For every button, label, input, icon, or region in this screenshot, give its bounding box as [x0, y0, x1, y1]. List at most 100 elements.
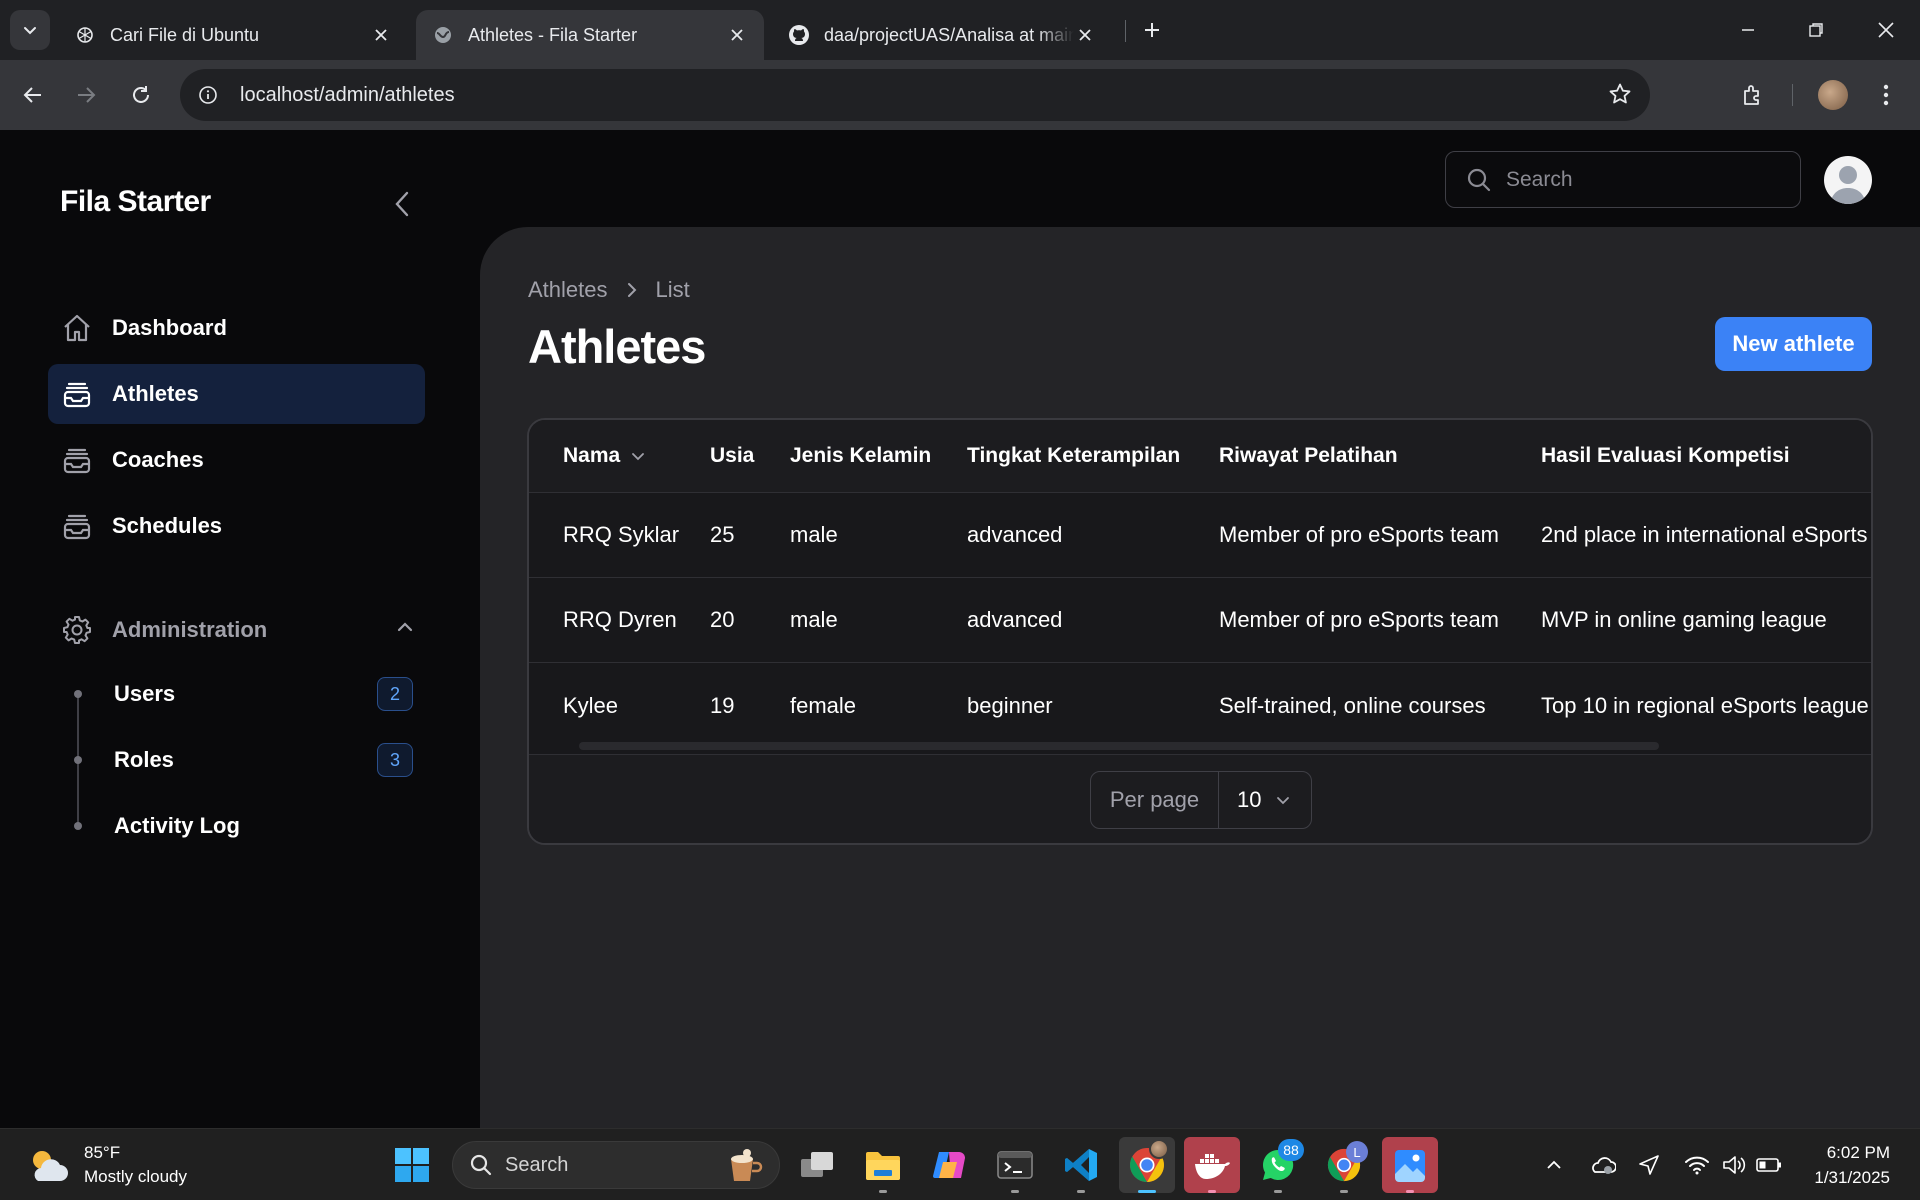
- breadcrumb-link-athletes[interactable]: Athletes: [528, 277, 608, 303]
- extensions-button[interactable]: [1733, 75, 1773, 115]
- collapse-sidebar-button[interactable]: [384, 186, 420, 222]
- table-row[interactable]: RRQ Syklar 25 male advanced Member of pr…: [529, 493, 1871, 578]
- taskbar-whatsapp[interactable]: 88: [1250, 1137, 1306, 1193]
- restore-icon: [1809, 23, 1823, 37]
- photos-icon: [1395, 1150, 1425, 1182]
- close-window-button[interactable]: [1866, 10, 1906, 50]
- taskbar-docker[interactable]: [1184, 1137, 1240, 1193]
- sidebar-item-users[interactable]: Users 2: [48, 664, 425, 724]
- profile-letter-badge: L: [1346, 1141, 1368, 1163]
- taskbar-task-view[interactable]: [789, 1137, 845, 1193]
- active-indicator: [1138, 1190, 1156, 1193]
- new-tab-button[interactable]: [1132, 10, 1172, 50]
- taskbar-photos[interactable]: [1382, 1137, 1438, 1193]
- chevron-up-icon[interactable]: [395, 617, 415, 642]
- cell-hasil-evaluasi: 2nd place in international eSports: [1541, 522, 1868, 547]
- vscode-icon: [1065, 1149, 1097, 1181]
- nav-group-administration[interactable]: Administration: [48, 600, 425, 660]
- profile-button[interactable]: [1813, 75, 1853, 115]
- sidebar-item-activity-log[interactable]: Activity Log: [48, 796, 425, 856]
- column-header-hasil-evaluasi: Hasil Evaluasi Kompetisi: [1541, 444, 1790, 467]
- show-hidden-icons-button[interactable]: [1540, 1151, 1568, 1179]
- tab-title: Athletes - Fila Starter: [468, 24, 638, 45]
- plus-icon: [1145, 23, 1159, 37]
- address-bar[interactable]: localhost/admin/athletes: [180, 69, 1650, 121]
- tab-separator: [1125, 20, 1126, 42]
- user-silhouette-icon: [1830, 166, 1866, 204]
- sort-chevron-down-icon[interactable]: [630, 448, 646, 464]
- clock-date: 1/31/2025: [1814, 1168, 1890, 1187]
- taskbar-copilot[interactable]: [921, 1137, 977, 1193]
- table-row[interactable]: Kylee 19 female beginner Self-trained, o…: [529, 663, 1871, 748]
- global-search-input[interactable]: [1506, 167, 1766, 192]
- back-button[interactable]: [13, 75, 53, 115]
- close-icon[interactable]: [1074, 24, 1096, 46]
- sidebar-item-label: Roles: [114, 747, 174, 772]
- location-icon[interactable]: [1635, 1151, 1663, 1179]
- restore-button[interactable]: [1796, 10, 1836, 50]
- cell-usia: 19: [710, 692, 735, 718]
- filament-app: Fila Starter Dashboard Athletes Coaches: [0, 130, 1920, 1128]
- user-avatar[interactable]: [1824, 156, 1872, 204]
- taskbar-vscode[interactable]: [1053, 1137, 1109, 1193]
- wifi-icon[interactable]: [1683, 1151, 1711, 1179]
- per-page-select[interactable]: Per page 10: [1090, 771, 1312, 829]
- browser-tab-3[interactable]: daa/projectUAS/Analisa at main: [772, 10, 1112, 60]
- cell-nama: RRQ Dyren: [563, 607, 677, 632]
- sidebar-item-schedules[interactable]: Schedules: [48, 496, 425, 556]
- table-row[interactable]: RRQ Dyren 20 male advanced Member of pro…: [529, 578, 1871, 663]
- minimize-button[interactable]: [1728, 10, 1768, 50]
- sidebar-item-coaches[interactable]: Coaches: [48, 430, 425, 490]
- global-search[interactable]: [1445, 151, 1801, 208]
- windows-logo-icon: [395, 1148, 429, 1182]
- taskbar-chrome-profile[interactable]: L: [1316, 1137, 1372, 1193]
- onedrive-icon[interactable]: [1588, 1151, 1616, 1179]
- reload-button[interactable]: [121, 75, 161, 115]
- table-horizontal-scrollbar[interactable]: [579, 742, 1659, 750]
- column-header-nama[interactable]: Nama: [563, 420, 646, 492]
- search-icon: [1466, 167, 1492, 193]
- cell-riwayat-pelatihan: Self-trained, online courses: [1219, 692, 1486, 718]
- gear-icon: [60, 613, 94, 647]
- browser-tab-2[interactable]: Athletes - Fila Starter: [416, 10, 764, 60]
- brand-logo[interactable]: Fila Starter: [60, 185, 211, 219]
- more-vertical-icon: [1883, 84, 1889, 106]
- taskbar-search[interactable]: Search: [452, 1141, 780, 1189]
- table-header-row: Nama Usia Jenis Kelamin Tingkat Keteramp…: [529, 420, 1871, 493]
- per-page-dropdown[interactable]: 10: [1219, 787, 1311, 813]
- taskbar-terminal[interactable]: [987, 1137, 1043, 1193]
- cell-tingkat-keterampilan: advanced: [967, 522, 1063, 547]
- tab-search-menu-button[interactable]: [10, 10, 50, 50]
- inbox-stack-icon: [60, 443, 94, 477]
- forward-button[interactable]: [66, 75, 106, 115]
- battery-icon[interactable]: [1755, 1151, 1783, 1179]
- breadcrumb-current: List: [655, 277, 690, 302]
- cell-riwayat-pelatihan: Member of pro eSports team: [1219, 607, 1500, 632]
- running-indicator: [1406, 1190, 1414, 1193]
- system-clock[interactable]: 6:02 PM 1/31/2025: [1814, 1140, 1890, 1190]
- close-icon[interactable]: [726, 24, 748, 46]
- volume-icon[interactable]: [1720, 1151, 1748, 1179]
- chevron-down-icon: [24, 27, 36, 35]
- cell-riwayat-pelatihan: Member of pro eSports team: [1219, 522, 1500, 547]
- tab-title: daa/projectUAS/Analisa at main: [824, 24, 1074, 45]
- sidebar-item-athletes[interactable]: Athletes: [48, 364, 425, 424]
- browser-tab-1[interactable]: Cari File di Ubuntu: [58, 10, 408, 60]
- column-header-label: Nama: [563, 444, 621, 467]
- new-athlete-button[interactable]: New athlete: [1715, 317, 1872, 371]
- weather-widget[interactable]: 85°F Mostly cloudy: [26, 1141, 187, 1189]
- url-text[interactable]: localhost/admin/athletes: [240, 84, 455, 107]
- sidebar-item-dashboard[interactable]: Dashboard: [48, 298, 425, 358]
- taskbar-file-explorer[interactable]: [855, 1137, 911, 1193]
- running-indicator: [879, 1190, 887, 1193]
- browser-menu-button[interactable]: [1866, 75, 1906, 115]
- close-icon[interactable]: [370, 24, 392, 46]
- taskbar-chrome-active[interactable]: [1119, 1137, 1175, 1193]
- site-info-icon[interactable]: [182, 69, 234, 121]
- partly-cloudy-icon: [33, 1151, 68, 1181]
- athletes-table: Nama Usia Jenis Kelamin Tingkat Keteramp…: [527, 418, 1873, 845]
- nav-group-label: Administration: [112, 617, 268, 642]
- sidebar-item-roles[interactable]: Roles 3: [48, 730, 425, 790]
- bookmark-star-icon[interactable]: [1608, 82, 1632, 111]
- start-button[interactable]: [392, 1145, 432, 1185]
